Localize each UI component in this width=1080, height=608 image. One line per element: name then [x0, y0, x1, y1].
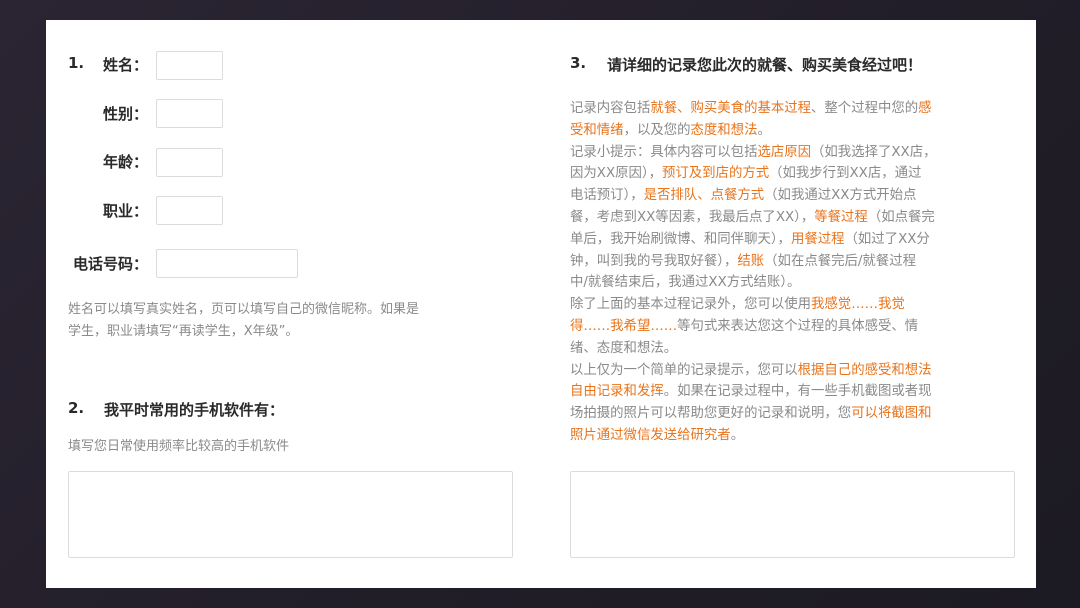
instruction-text: 电话预订），	[570, 188, 644, 204]
instruction-text: 除了上面的基本过程记录外，您可以使用	[570, 297, 812, 313]
instruction-line: 电话预订），是否排队、点餐方式（如我通过XX方式开始点	[570, 185, 1020, 207]
question-3-title: 请详细的记录您此次的就餐、购买美食经过吧！	[607, 56, 923, 74]
instruction-line: 除了上面的基本过程记录外，您可以使用我感觉……我觉	[570, 294, 1020, 316]
instruction-line: 记录内容包括就餐、购买美食的基本过程、整个过程中您的感	[570, 98, 1020, 120]
instruction-text: 、整个过程中您的	[811, 101, 919, 116]
highlighted-text: 等餐过程	[814, 209, 868, 225]
instruction-text: （如点餐完	[867, 209, 935, 225]
instruction-line: 单后，我开始刷微博、和同伴聊天），用餐过程（如过了XX分	[570, 229, 1020, 251]
highlighted-text: 是否排队、点餐方式	[643, 188, 765, 204]
age-label: 年龄：	[102, 153, 148, 171]
highlighted-text: 根据自己的感受和想法	[797, 362, 932, 378]
highlighted-text: 选店原因	[757, 144, 812, 160]
section3-instructions: 记录内容包括就餐、购买美食的基本过程、整个过程中您的感 受和情绪，以及您的态度和想…	[570, 98, 1020, 447]
instruction-text: 以上仅为一个简单的记录提示，您可以	[570, 362, 798, 378]
instruction-text: （如在点餐完后/就餐过程	[764, 253, 916, 269]
instruction-text: （如我步行到XX店，通过	[769, 166, 922, 182]
instruction-text: 因为XX原因），	[570, 166, 662, 182]
instruction-text: （如我选择了XX店，	[811, 144, 937, 160]
instruction-text: 单后，我开始刷微博、和同伴聊天），	[570, 231, 791, 247]
instruction-text: 钟，叫到我的号我取好餐），	[570, 253, 738, 269]
highlighted-text: 感	[918, 101, 932, 116]
instruction-text: 记录内容包括	[570, 101, 651, 116]
highlighted-text: 可以将截图和	[851, 406, 932, 422]
section1-hint-line: 姓名可以填写真实姓名，页可以填写自己的微信昵称。如果是	[68, 302, 420, 317]
highlighted-text: 态度和想法	[690, 122, 758, 138]
section2-hint: 填写您日常使用频率比较高的手机软件	[68, 439, 290, 454]
gender-label: 性别：	[102, 105, 148, 123]
phone-input[interactable]	[156, 249, 298, 278]
instruction-text: 餐，考虑到XX等因素，我最后点了XX），	[570, 209, 815, 225]
instruction-text: 绪、态度和想法。	[570, 340, 678, 356]
instruction-line: 自由记录和发挥。如果在记录过程中，有一些手机截图或者现	[570, 381, 1020, 403]
phone-label: 电话号码：	[72, 255, 148, 273]
instruction-line: 中/就餐结束后，我通过XX方式结账）。	[570, 272, 1020, 294]
highlighted-text: 就餐、购买美食的基本过程	[650, 101, 812, 116]
experience-textarea[interactable]	[570, 471, 1015, 558]
question-1-number: 1.	[68, 54, 85, 72]
instruction-text: 。	[730, 427, 745, 443]
highlighted-text: 受和情绪	[570, 122, 624, 138]
question-2-title: 我平时常用的手机软件有：	[104, 401, 285, 419]
highlighted-text: 得……我希望……	[570, 318, 678, 334]
section1-hint-line: 学生，职业请填写“再读学生，X年级”。	[68, 324, 299, 339]
highlighted-text: 结账	[737, 253, 765, 269]
instruction-line: 绪、态度和想法。	[570, 338, 1020, 360]
question-3-number: 3.	[570, 54, 587, 72]
instruction-text: ，以及您的	[623, 122, 691, 138]
instruction-line: 记录小提示：具体内容可以包括选店原因（如我选择了XX店，	[570, 142, 1020, 164]
instruction-line: 场拍摄的照片可以帮助您更好的记录和说明，您可以将截图和	[570, 403, 1020, 425]
instruction-line: 餐，考虑到XX等因素，我最后点了XX），等餐过程（如点餐完	[570, 207, 1020, 229]
occupation-input[interactable]	[156, 196, 223, 225]
instruction-line: 因为XX原因），预订及到店的方式（如我步行到XX店，通过	[570, 163, 1020, 185]
instruction-text: 等句式来表达您这个过程的具体感受、情	[677, 318, 919, 334]
highlighted-text: 我感觉……我觉	[811, 297, 905, 313]
question-2-number: 2.	[68, 399, 85, 417]
instruction-text: （如我通过XX方式开始点	[764, 188, 917, 204]
age-input[interactable]	[156, 148, 223, 177]
gender-input[interactable]	[156, 99, 223, 128]
name-input[interactable]	[156, 51, 223, 80]
highlighted-text: 照片通过微信发送给研究者	[570, 427, 731, 443]
instruction-text: 。	[757, 122, 771, 138]
instruction-line: 钟，叫到我的号我取好餐），结账（如在点餐完后/就餐过程	[570, 251, 1020, 273]
survey-card: 1. 姓名： 性别： 年龄： 职业： 电话号码： 姓名可以填写真实姓名，页可以填…	[46, 20, 1036, 588]
apps-textarea[interactable]	[68, 471, 513, 558]
instruction-text: （如过了XX分	[844, 231, 930, 247]
instruction-line: 受和情绪，以及您的态度和想法。	[570, 120, 1020, 142]
instruction-text: 记录小提示：具体内容可以包括	[570, 144, 758, 160]
name-label: 姓名：	[102, 56, 148, 74]
highlighted-text: 用餐过程	[790, 231, 845, 247]
section1-hint: 姓名可以填写真实姓名，页可以填写自己的微信昵称。如果是 学生，职业请填写“再读学…	[68, 299, 528, 343]
instruction-text: 。如果在记录过程中，有一些手机截图或者现	[663, 384, 932, 400]
highlighted-text: 预订及到店的方式	[662, 166, 770, 182]
highlighted-text: 自由记录和发挥	[570, 384, 664, 400]
instruction-line: 得……我希望……等句式来表达您这个过程的具体感受、情	[570, 316, 1020, 338]
instruction-text: 中/就餐结束后，我通过XX方式结账）。	[570, 275, 801, 291]
occupation-label: 职业：	[102, 202, 148, 220]
instruction-text: 场拍摄的照片可以帮助您更好的记录和说明，您	[570, 406, 852, 422]
instruction-line: 照片通过微信发送给研究者。	[570, 425, 1020, 447]
instruction-line: 以上仅为一个简单的记录提示，您可以根据自己的感受和想法	[570, 360, 1020, 382]
